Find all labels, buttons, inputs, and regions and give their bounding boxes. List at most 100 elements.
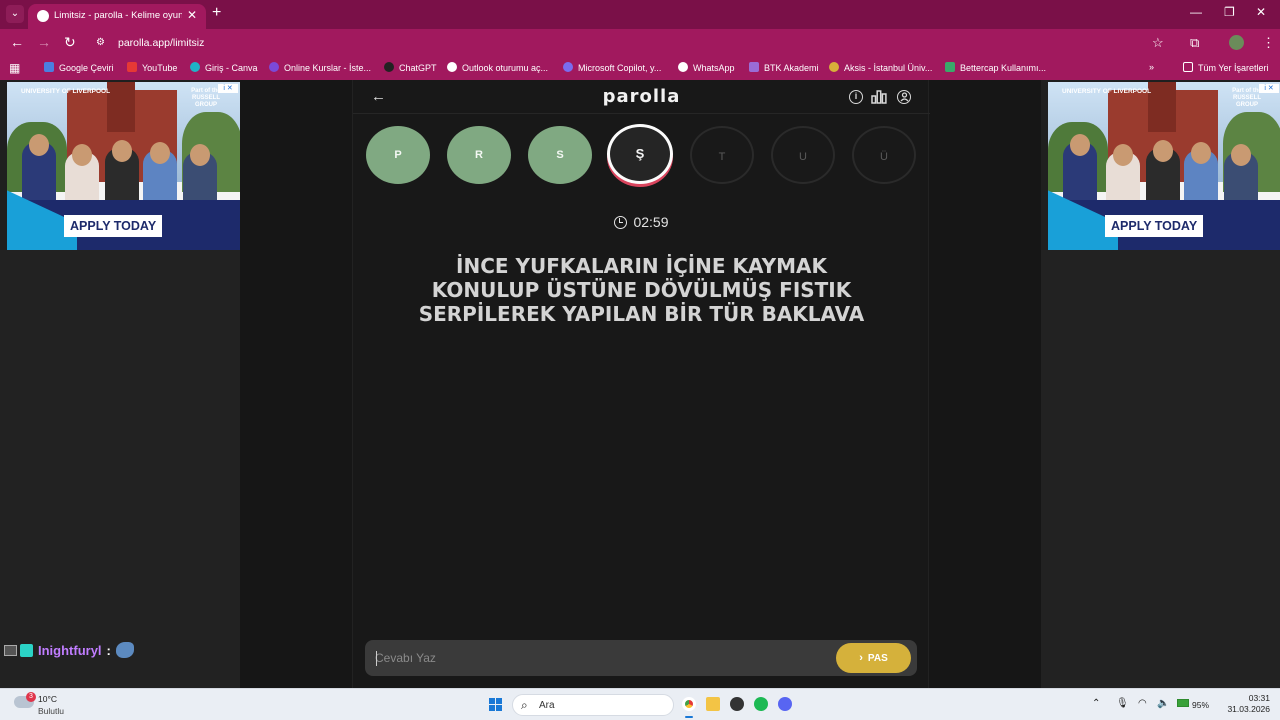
tab-strip: ⌄ Limitsiz - parolla - Kelime oyunu ✕ + … [0, 0, 1280, 29]
chevron-right-icon: › [859, 652, 863, 664]
search-label: Ara [539, 700, 555, 711]
reload-button[interactable]: ↻ [64, 34, 76, 51]
letter-circle: Ü [852, 126, 916, 184]
bookmark-item[interactable]: ChatGPT [384, 62, 437, 73]
chrome-icon[interactable] [682, 697, 696, 711]
bookmark-item[interactable]: YouTube [127, 62, 177, 73]
bookmark-item[interactable]: Online Kurslar - İste... [269, 62, 371, 73]
new-tab-button[interactable]: + [212, 4, 221, 22]
answer-input[interactable] [375, 640, 825, 676]
chat-separator: : [106, 643, 111, 658]
ad-choices-icon[interactable]: i ✕ [1259, 84, 1279, 93]
game-area: ← parolla i P R S Ş T U Ü 02:59 İNCE YUF… [240, 80, 1041, 688]
restore-button[interactable]: ❐ [1224, 5, 1235, 19]
stats-icon[interactable] [871, 90, 887, 104]
question-text: İNCE YUFKALARIN İÇİNE KAYMAK KONULUP ÜST… [418, 254, 865, 326]
tab-close-icon[interactable]: ✕ [187, 8, 197, 22]
outlook-icon [447, 62, 457, 72]
info-icon[interactable]: i [849, 90, 863, 104]
bookmark-item[interactable]: Aksis - İstanbul Üniv... [829, 62, 932, 73]
taskbar-clock[interactable]: 03:31 31.03.2026 [1222, 693, 1270, 715]
windows-start-icon[interactable] [489, 698, 503, 712]
windows-taskbar: 3 10°C Bulutlu ⌕ Ara ⌃ 🎙 ◠ 🔈 95% 03:31 3… [0, 688, 1280, 720]
tray-overflow-icon[interactable]: ⌃ [1092, 698, 1100, 709]
ad-choices-icon[interactable]: i ✕ [218, 84, 238, 93]
microphone-icon[interactable]: 🎙 [1116, 698, 1129, 709]
letter-progress: P R S Ş T U Ü [353, 124, 930, 190]
volume-icon[interactable]: 🔈 [1157, 698, 1169, 709]
discord-icon[interactable] [778, 697, 792, 711]
file-explorer-icon[interactable] [706, 697, 720, 711]
back-button[interactable]: ← [10, 34, 24, 50]
chat-username: Inightfuryl [38, 643, 102, 658]
ad-tower [107, 82, 135, 132]
right-gutter [1041, 250, 1280, 688]
active-app-indicator [685, 716, 693, 718]
taskbar-search[interactable]: ⌕ Ara [512, 694, 674, 716]
letter-circle-current: Ş [607, 124, 673, 184]
spotify-icon[interactable] [754, 697, 768, 711]
search-icon: ⌕ [521, 698, 528, 712]
obs-icon[interactable] [730, 697, 744, 711]
canva-icon [190, 62, 200, 72]
copilot-icon [563, 62, 573, 72]
extensions-icon[interactable]: ⧉ [1190, 35, 1199, 51]
user-icon[interactable] [897, 90, 911, 104]
ad-apply-button[interactable]: APPLY TODAY [1105, 215, 1204, 237]
game-panel: ← parolla i P R S Ş T U Ü 02:59 İNCE YUF… [352, 80, 930, 688]
folder-icon [1183, 62, 1193, 72]
weather-temp: 10°C [38, 694, 57, 704]
active-tab[interactable]: Limitsiz - parolla - Kelime oyunu ✕ [28, 4, 206, 29]
all-bookmarks-folder[interactable]: Tüm Yer İşaretleri [1183, 62, 1269, 73]
bookmark-item[interactable]: BTK Akademi [749, 62, 819, 73]
answer-bar: ›PAS [365, 640, 917, 676]
page-content: UNIVERSITY OF LIVERPOOL Part of the RUSS… [0, 80, 1280, 688]
letter-circle: T [690, 126, 754, 184]
bookmark-item[interactable]: Microsoft Copilot, y... [563, 62, 661, 73]
bookmarks-bar: ▦ Google Çeviri YouTube Giriş - Canva On… [0, 56, 1280, 80]
btk-icon [749, 62, 759, 72]
letter-circle: U [771, 126, 835, 184]
chat-badge-icon [4, 645, 17, 656]
ad-banner-left[interactable]: UNIVERSITY OF LIVERPOOL Part of the RUSS… [7, 82, 240, 250]
bookmark-item[interactable]: WhatsApp [678, 62, 735, 73]
aksis-icon [829, 62, 839, 72]
bird-emote-icon [115, 642, 134, 658]
ad-students-photo [1058, 134, 1273, 204]
menu-icon[interactable]: ⋮ [1262, 35, 1275, 51]
more-bookmarks-icon[interactable]: » [1149, 62, 1154, 72]
bookmark-item[interactable]: Google Çeviri [44, 62, 114, 73]
battery-percent: 95% [1192, 700, 1210, 710]
parolla-favicon-icon [37, 10, 49, 22]
bookmark-star-icon[interactable]: ☆ [1152, 35, 1164, 51]
timer: 02:59 [353, 214, 930, 230]
ad-students-photo [17, 134, 232, 204]
bookmark-item[interactable]: Bettercap Kullanımı... [945, 62, 1046, 73]
site-info-icon[interactable]: ⚙ [96, 37, 105, 48]
chat-message: Inightfuryl: [4, 642, 134, 662]
bookmark-item[interactable]: Giriş - Canva [190, 62, 258, 73]
apps-grid-icon[interactable]: ▦ [9, 61, 20, 75]
letter-circle: P [366, 126, 430, 184]
forward-button[interactable]: → [37, 34, 51, 50]
pass-button[interactable]: › PAS [836, 643, 911, 673]
ad-apply-button[interactable]: APPLY TODAY [64, 215, 163, 237]
ad-banner-right[interactable]: UNIVERSITY OF LIVERPOOL Part of the RUSS… [1048, 82, 1280, 250]
whatsapp-icon [678, 62, 688, 72]
letter-circle: R [447, 126, 511, 184]
tab-search-button[interactable]: ⌄ [6, 5, 24, 23]
ad-university-logo: UNIVERSITY OF LIVERPOOL [1062, 88, 1152, 95]
bookmark-icon [44, 62, 54, 72]
left-gutter [0, 250, 240, 688]
youtube-icon [127, 62, 137, 72]
profile-avatar[interactable] [1229, 35, 1244, 50]
bookmark-item[interactable]: Outlook oturumu aç... [447, 62, 548, 73]
battery-icon[interactable] [1177, 699, 1189, 707]
minimize-button[interactable]: — [1190, 5, 1202, 19]
window-close-button[interactable]: ✕ [1256, 5, 1266, 19]
address-bar[interactable]: parolla.app/limitsiz [118, 37, 204, 49]
wifi-icon[interactable]: ◠ [1138, 698, 1147, 709]
ad-tower [1148, 82, 1176, 132]
bettercap-icon [945, 62, 955, 72]
game-header: ← parolla i [353, 80, 930, 114]
